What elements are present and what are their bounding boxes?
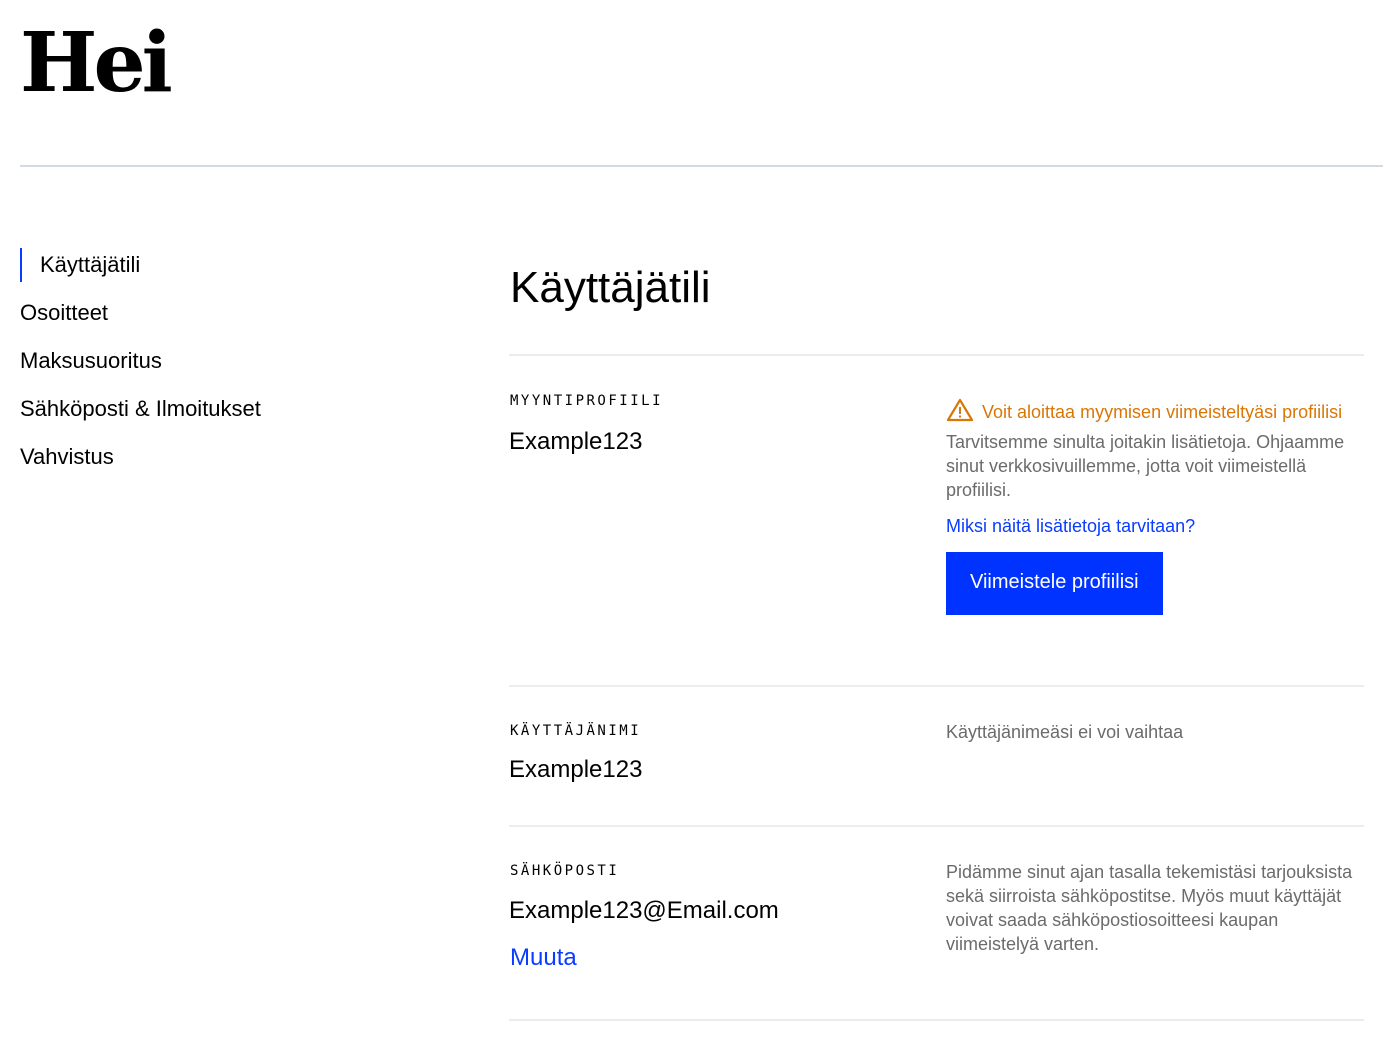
seller-profile-description: Tarvitsemme sinulta joitakin lisätietoja… xyxy=(946,432,1345,500)
header-divider xyxy=(20,165,1383,167)
complete-profile-button[interactable]: Viimeistele profiilisi xyxy=(946,552,1163,615)
greeting-heading: Hei xyxy=(20,15,173,111)
section-divider xyxy=(509,825,1364,827)
section-divider xyxy=(509,354,1364,356)
sidebar-item-payments[interactable]: Maksusuoritus xyxy=(20,344,261,392)
email-value: Example123@Email.com xyxy=(509,897,779,924)
why-info-link[interactable]: Miksi näitä lisätietoja tarvitaan? xyxy=(946,514,1366,538)
sidebar-item-email-notifications[interactable]: Sähköposti & Ilmoitukset xyxy=(20,392,261,440)
warning-text: Voit aloittaa myymisen viimeisteltyäsi p… xyxy=(982,402,1343,422)
username-value: Example123 xyxy=(509,756,643,783)
username-note: Käyttäjänimeäsi ei voi vaihtaa xyxy=(946,722,1184,742)
seller-profile-value: Example123 xyxy=(509,428,643,455)
warning-icon xyxy=(946,398,974,422)
section-divider xyxy=(509,1019,1364,1021)
seller-profile-label: MYYNTIPROFIILI xyxy=(510,393,664,409)
sidebar-item-addresses[interactable]: Osoitteet xyxy=(20,296,261,344)
sidebar-nav: Käyttäjätili Osoitteet Maksusuoritus Säh… xyxy=(20,248,261,488)
username-label: KÄYTTÄJÄNIMI xyxy=(510,723,642,739)
seller-profile-notice: Voit aloittaa myymisen viimeisteltyäsi p… xyxy=(946,394,1366,615)
email-note: Pidämme sinut ajan tasalla tekemistäsi t… xyxy=(946,862,1353,954)
page-title: Käyttäjätili xyxy=(510,263,711,312)
email-label: SÄHKÖPOSTI xyxy=(510,863,620,879)
change-email-link[interactable]: Muuta xyxy=(510,944,577,972)
sidebar-item-verification[interactable]: Vahvistus xyxy=(20,440,261,488)
warning-message: Voit aloittaa myymisen viimeisteltyäsi p… xyxy=(946,394,1366,430)
sidebar-item-account[interactable]: Käyttäjätili xyxy=(20,248,261,282)
section-divider xyxy=(509,685,1364,687)
